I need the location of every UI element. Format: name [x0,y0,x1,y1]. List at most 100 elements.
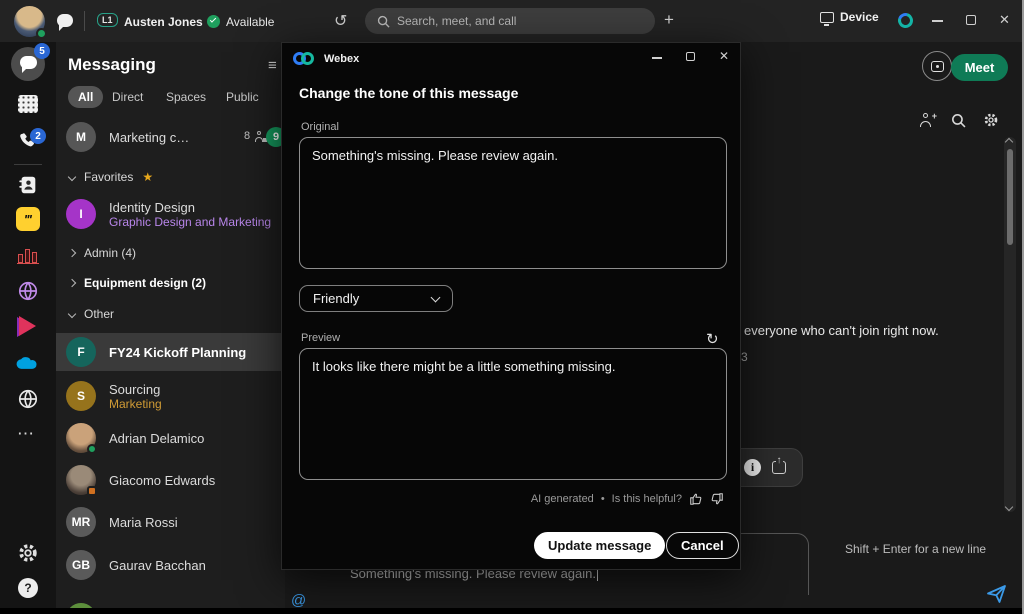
thumbs-up-icon[interactable] [689,492,703,506]
tab-spaces[interactable]: Spaces [166,86,206,108]
favorite-star-icon: ★ [142,170,153,184]
scroll-down-icon[interactable] [1005,503,1013,511]
calling-badge: 2 [30,128,46,144]
search-input[interactable]: Search, meet, and call [365,8,655,34]
chevron-right-icon [68,249,76,257]
list-item-name: Maria Rossi [109,515,178,530]
add-button[interactable]: + [664,10,674,30]
section-admin[interactable]: Admin (4) [56,241,285,265]
chevron-down-icon [68,310,76,318]
dialog-minimize-button[interactable] [652,57,662,59]
device-button[interactable]: Device [820,10,879,24]
section-label: Equipment design (2) [84,276,206,290]
webex-logo-icon [293,51,319,66]
panel-menu-icon[interactable]: ≡ [268,57,277,74]
cancel-button[interactable]: Cancel [666,532,739,559]
list-item-gaurav-bacchan[interactable]: GB Gaurav Bacchan [56,547,285,583]
dialog-app-title: Webex [324,53,359,65]
list-item-fy24-kickoff[interactable]: F FY24 Kickoff Planning [56,333,285,371]
share-icon[interactable] [772,461,786,474]
original-textarea[interactable]: Something's missing. Please review again… [299,137,727,269]
question-icon: ? [24,581,31,595]
change-tone-dialog: Webex ✕ Change the tone of this message … [281,42,741,570]
tab-public[interactable]: Public [226,86,259,108]
meet-button[interactable]: Meet [951,54,1008,81]
section-other[interactable]: Other [56,302,285,326]
chat-bubble-icon[interactable] [57,14,73,27]
preview-text: It looks like there might be a little so… [312,359,615,374]
avatar: I [66,199,96,229]
sidebar-item-calendar[interactable] [18,95,38,113]
list-item-identity-design[interactable]: I Identity Design Graphic Design and Mar… [56,192,285,236]
sidebar-item-video-app[interactable] [19,316,36,336]
window-maximize-button[interactable] [966,15,976,25]
chevron-right-icon [68,279,76,287]
screen-share-button[interactable] [922,51,952,81]
list-item-name: Adrian Delamico [109,431,204,446]
sidebar-item-analytics-app[interactable] [17,246,39,264]
sidebar-item-messaging[interactable]: 5 [11,47,45,81]
mention-button[interactable]: @ [291,592,306,609]
avatar [66,465,96,495]
list-item-name: Marketing compai… [109,130,191,145]
dialog-close-button[interactable]: ✕ [719,49,729,63]
list-item-giacomo-edwards[interactable]: Giacomo Edwards [56,462,285,498]
tone-dropdown[interactable]: Friendly [299,285,453,312]
chat-scrollbar[interactable] [1004,137,1016,512]
dot-separator: • [601,493,605,505]
sidebar-help-button[interactable]: ? [18,578,38,598]
globe-icon [20,283,37,300]
scroll-up-icon[interactable] [1005,138,1013,146]
list-item-adrian-delamico[interactable]: Adrian Delamico [56,420,285,456]
sidebar-item-contacts[interactable] [17,174,39,196]
search-placeholder: Search, meet, and call [397,14,516,28]
miro-icon: ‴ [25,212,31,227]
status-dot-icon [36,28,47,39]
add-people-button[interactable]: + [919,113,934,127]
profile-avatar[interactable] [14,6,45,37]
list-item-subtitle: Marketing [109,397,162,411]
history-icon[interactable]: ↺ [334,11,347,31]
section-equipment-design[interactable]: Equipment design (2) [56,271,285,295]
update-message-button[interactable]: Update message [534,532,665,559]
availability-label[interactable]: Available [226,15,274,29]
app-sidebar: 5 2 ‴ [0,42,56,608]
window-minimize-button[interactable] [932,20,943,22]
tab-all[interactable]: All [68,86,103,108]
sidebar-item-web-app-white[interactable] [17,388,39,410]
space-settings-button[interactable] [983,112,999,128]
messaging-unread-badge: 5 [34,43,50,59]
participant-count: 8 [244,130,265,142]
list-item-name: Sourcing [109,382,162,397]
availability-icon [207,15,220,28]
thumbs-down-icon[interactable] [710,492,724,506]
space-search-button[interactable] [951,113,966,128]
sidebar-settings-button[interactable] [17,542,39,564]
section-favorites[interactable]: Favorites ★ [56,166,285,188]
tab-direct[interactable]: Direct [112,86,143,108]
section-label: Other [84,307,114,321]
bar-chart-icon [18,254,23,263]
salesforce-cloud-icon [17,357,37,369]
sidebar-item-salesforce-app[interactable] [14,355,42,372]
avatar: S [66,381,96,411]
divider [84,11,85,31]
scrollbar-thumb[interactable] [1007,149,1013,245]
sidebar-more-button[interactable]: ⋯ [17,424,35,444]
info-icon[interactable]: i [744,459,761,476]
chevron-down-icon [68,173,76,181]
window-close-button[interactable]: ✕ [999,12,1010,28]
window-edge [0,608,1024,614]
dialog-maximize-button[interactable] [686,52,695,61]
profile-name[interactable]: Austen Jones [124,15,203,29]
regenerate-icon[interactable]: ↻ [706,330,719,348]
list-item-maria-rossi[interactable]: MR Maria Rossi [56,504,285,540]
newline-hint: Shift + Enter for a new line [845,542,986,556]
list-item-sourcing[interactable]: S Sourcing Marketing [56,374,285,418]
sidebar-item-web-app-purple[interactable] [17,280,39,302]
preview-textarea[interactable]: It looks like there might be a little so… [299,348,727,480]
send-button[interactable] [985,582,1009,606]
sidebar-item-miro-app[interactable]: ‴ [16,207,40,231]
sidebar-divider [14,164,42,165]
list-item-name: FY24 Kickoff Planning [109,345,246,360]
